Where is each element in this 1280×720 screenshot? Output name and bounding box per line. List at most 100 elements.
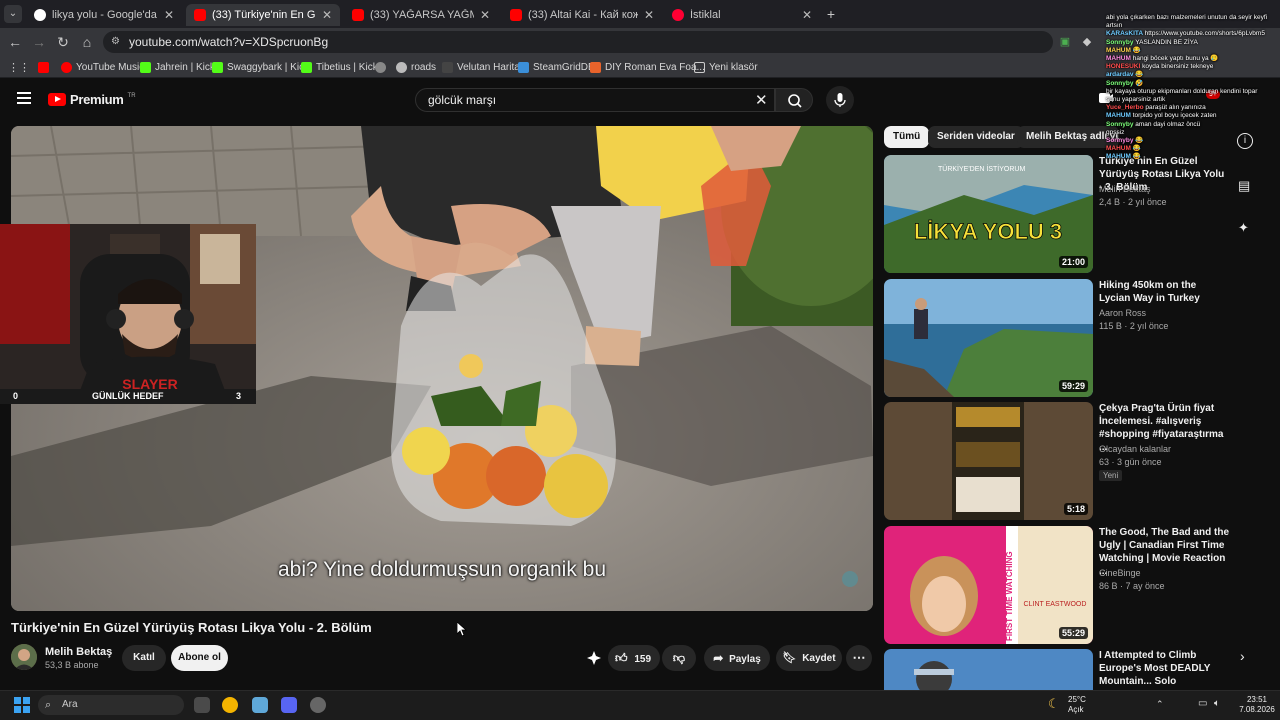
bookmark-steamgriddb[interactable]: SteamGridDB	[518, 59, 595, 75]
tab-4[interactable]: İstiklal ✕	[664, 4, 820, 26]
close-icon[interactable]: ✕	[164, 8, 174, 22]
bookmark-jahrein[interactable]: Jahrein | Kick	[140, 59, 215, 75]
search-query-text: gölcük marşı	[428, 93, 497, 107]
thumb-down-icon: 👎︎	[672, 651, 686, 665]
chat-message: KARAsKITA https://www.youtube.com/shorts…	[1106, 30, 1278, 38]
search-button[interactable]	[775, 88, 813, 112]
subscribe-button[interactable]: Abone ol	[171, 645, 228, 671]
channel-watermark-icon[interactable]	[842, 571, 858, 587]
sparkle-icon[interactable]: ✦	[1238, 220, 1249, 236]
new-badge: Yeni	[1099, 470, 1123, 481]
taskbar-search[interactable]: ⌕ Ara	[38, 695, 184, 715]
youtube-premium-logo[interactable]: Premium TR	[48, 92, 136, 107]
rec-meta: 2,4 B · 2 yıl önce	[1099, 197, 1167, 207]
new-tab-icon[interactable]: +	[822, 5, 840, 23]
site-info-icon[interactable]: ⚙	[111, 31, 120, 53]
kick-icon	[301, 61, 312, 73]
close-icon[interactable]: ✕	[322, 8, 332, 22]
rec-channel[interactable]: Aaron Ross	[1099, 308, 1146, 318]
home-icon[interactable]: ⌂	[78, 33, 96, 51]
close-icon[interactable]: ✕	[802, 8, 812, 22]
discord-icon[interactable]	[281, 697, 297, 713]
windows-start-icon[interactable]	[14, 697, 30, 713]
chrome-icon[interactable]	[222, 697, 238, 713]
forward-icon[interactable]: →	[30, 33, 48, 51]
bookmark-velutan[interactable]: Velutan Harita	[442, 59, 520, 75]
tray-chevron-icon[interactable]: ⌃	[1156, 699, 1164, 710]
browser-tab-strip: ⌄ likya yolu - Google'da Ara ✕ (33) Türk…	[0, 0, 1280, 28]
bookmark-tibetius[interactable]: Tibetius | Kick	[301, 59, 378, 75]
reload-icon[interactable]: ↻	[54, 33, 72, 51]
rec-channel[interactable]: Olcaydan kalanlar	[1099, 444, 1171, 454]
join-button[interactable]: Katıl	[122, 645, 166, 671]
network-icon[interactable]: ▭	[1198, 698, 1207, 709]
rec-channel[interactable]: Melih Bektaş	[1099, 184, 1151, 194]
tab-3[interactable]: (33) Altai Kai - Кай кожонг - Yo ✕	[502, 4, 662, 26]
channel-avatar[interactable]	[11, 644, 37, 670]
rec-thumbnail[interactable]: LİKYA YOLU 3 TÜRKİYE'DEN İSTİYORUM 21:00	[884, 155, 1093, 273]
bookmark-globe[interactable]	[375, 59, 386, 75]
channel-name[interactable]: Melih Bektaş	[45, 646, 112, 658]
bookmark-youtube-music[interactable]: YouTube Music	[61, 59, 144, 75]
voice-search-button[interactable]	[826, 86, 854, 114]
share-button[interactable]: ➦ Paylaş	[704, 645, 770, 671]
rec-thumbnail[interactable]: 59:29	[884, 279, 1093, 397]
rec-title[interactable]: Hiking 450km on the Lycian Way in Turkey	[1099, 279, 1229, 305]
close-icon[interactable]: ✕	[480, 8, 490, 22]
hamburger-menu-icon[interactable]	[17, 92, 31, 104]
goal-current: 0	[13, 391, 19, 401]
video-duration: 5:18	[1063, 503, 1088, 515]
extension-icon[interactable]: ▣	[1056, 33, 1074, 51]
chip-series[interactable]: Seriden videolar	[928, 126, 1024, 148]
chip-channel[interactable]: Melih Bektaş adlı yü	[1017, 126, 1119, 148]
like-button[interactable]: 👍︎ 159	[608, 645, 660, 671]
chat-text: aman dayi olmaz öncü	[1135, 120, 1201, 128]
chat-message: MAHUM 😂	[1106, 47, 1278, 55]
bookmark-swaggybark[interactable]: Swaggybark | Kick	[212, 59, 309, 75]
bookmark-label: Yeni klasör	[709, 61, 758, 73]
tab-1[interactable]: (33) Türkiye'nin En Güzel Yürüyü ✕	[186, 4, 340, 26]
dislike-button[interactable]: 👎︎	[662, 645, 696, 671]
chat-username: HONESUKI	[1106, 63, 1143, 71]
save-button[interactable]: 🔖︎ Kaydet	[776, 645, 842, 671]
bookmark-label: YouTube Music	[76, 61, 145, 73]
tab-0[interactable]: likya yolu - Google'da Ara ✕	[26, 4, 182, 26]
rec-thumbnail[interactable]	[884, 649, 1093, 690]
rec-thumbnail[interactable]: 5:18	[884, 402, 1093, 520]
extension-icon[interactable]: ◆	[1078, 33, 1096, 51]
rec-thumbnail[interactable]: FIRST TIME WATCHING CLINT EASTWOOD 55:29	[884, 526, 1093, 644]
tab-title: (33) Türkiye'nin En Güzel Yürüyü	[212, 9, 316, 21]
more-actions-button[interactable]: ⋯	[846, 645, 872, 671]
weather-widget[interactable]: 25°C Açık	[1068, 695, 1086, 715]
bookmark-diy-roman[interactable]: DIY Roman Eva Foa...	[590, 59, 705, 75]
taskbar-clock[interactable]: 23:51 7.08.2026	[1236, 695, 1278, 715]
volume-icon[interactable]: 🔈︎	[1214, 698, 1220, 709]
chat-username: KARAsKITA	[1106, 30, 1145, 38]
tab-search-icon[interactable]: ⌄	[4, 5, 22, 23]
back-icon[interactable]: ←	[6, 33, 24, 51]
bookmark-roads[interactable]: roads	[396, 59, 436, 75]
chip-all[interactable]: Tümü	[884, 126, 930, 148]
address-bar[interactable]: ⚙ youtube.com/watch?v=XDSpcruonBg	[103, 31, 1053, 53]
rec-title[interactable]: I Attempted to Climb Europe's Most DEADL…	[1099, 649, 1229, 688]
bookmark-label: DIY Roman Eva Foa...	[605, 61, 705, 73]
app-icon[interactable]	[252, 697, 268, 713]
apps-icon[interactable]: ⋮⋮	[8, 59, 30, 75]
ai-sparkle-icon[interactable]	[586, 650, 602, 666]
rec-channel[interactable]: CineBinge	[1099, 568, 1141, 578]
clock-date: 7.08.2026	[1239, 705, 1275, 714]
roads-icon	[396, 61, 407, 73]
tab-2[interactable]: (33) YAĞARSA YAĞMUR YAĞAR ✕	[344, 4, 498, 26]
chat-username: Sonnyby	[1106, 79, 1136, 87]
clear-search-icon[interactable]: ✕	[755, 91, 768, 109]
chevron-right-icon[interactable]: ›	[1240, 648, 1245, 664]
obs-icon[interactable]	[310, 697, 326, 713]
bookmark-youtube[interactable]	[38, 59, 49, 75]
goal-target: 3	[236, 391, 242, 401]
close-icon[interactable]: ✕	[644, 8, 654, 22]
search-input[interactable]: gölcük marşı	[415, 88, 775, 112]
bookmark-folder[interactable]: Yeni klasör	[694, 59, 758, 75]
chat-message: MAHUM hangi böcek yaptı bunu ya 🥲	[1106, 55, 1278, 63]
chat-icon[interactable]: ▤	[1238, 178, 1250, 194]
task-view-icon[interactable]	[194, 697, 210, 713]
